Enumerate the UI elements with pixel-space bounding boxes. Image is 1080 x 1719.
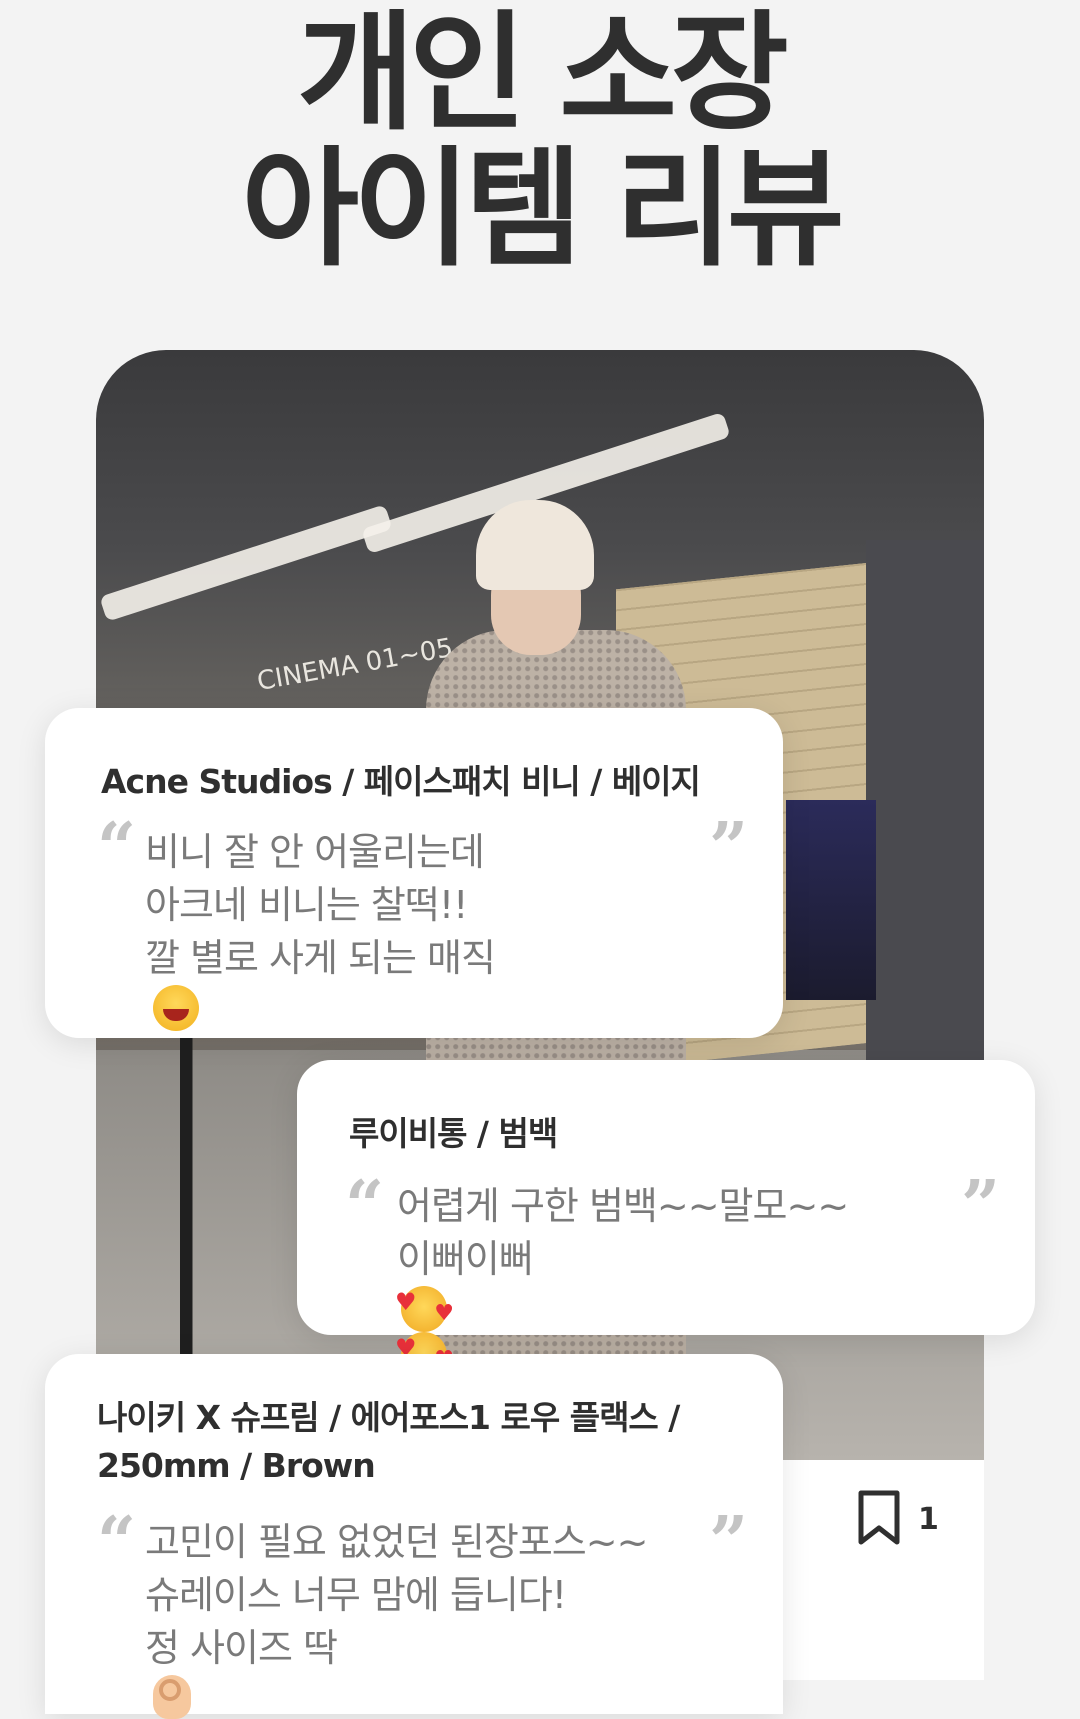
review-line: 아크네 비니는 찰떡!! <box>145 883 468 927</box>
review-title: Acne Studios / 페이스패치 비니 / 베이지 <box>101 762 701 801</box>
photo-dark-wall <box>866 540 984 1100</box>
quote-open-icon: “ <box>97 1502 137 1582</box>
quote-open-icon: “ <box>97 808 137 888</box>
quote-close-icon: ” <box>709 808 749 888</box>
review-line: 슈레이스 너무 맘에 듭니다! <box>145 1573 567 1617</box>
review-title-line: 나이키 X 슈프림 / 에어포스1 로우 플랙스 / <box>97 1398 680 1437</box>
quote-close-icon: ” <box>709 1502 749 1582</box>
headline-line-2: 아이템 리뷰 <box>241 135 844 284</box>
bookmark-count: 1 <box>918 1502 939 1537</box>
laughing-face-emoji-icon <box>153 985 199 1031</box>
photo-ceiling-light <box>99 504 393 622</box>
review-card[interactable]: Acne Studios / 페이스패치 비니 / 베이지 “ ” 비니 잘 안… <box>45 708 783 1038</box>
headline-line-1: 개인 소장 <box>297 0 789 148</box>
review-title: 나이키 X 슈프림 / 에어포스1 로우 플랙스 / 250mm / Brown <box>97 1394 680 1490</box>
review-title-line: 250mm / Brown <box>97 1446 376 1485</box>
review-line: 깔 별로 사게 되는 매직 <box>145 936 496 980</box>
photo-person-beanie <box>476 500 594 590</box>
quote-close-icon: ” <box>961 1166 1001 1246</box>
ok-hand-emoji-icon <box>153 1675 191 1719</box>
review-body: 어렵게 구한 범백~~말모~~ 이뻐이뻐 <box>395 1180 849 1386</box>
photo-movie-poster <box>786 800 876 1000</box>
review-body: 비니 잘 안 어울리는데 아크네 비니는 찰떡!! 깔 별로 사게 되는 매직 <box>145 826 496 1031</box>
review-line: 비니 잘 안 어울리는데 <box>145 830 485 874</box>
quote-open-icon: “ <box>345 1166 385 1246</box>
review-body: 고민이 필요 없었던 된장포스~~ 슈레이스 너무 맘에 듭니다! 정 사이즈 … <box>145 1516 648 1719</box>
review-line: 어렵게 구한 범백~~말모~~ <box>397 1184 849 1228</box>
review-line: 정 사이즈 딱 <box>145 1626 338 1670</box>
bookmark-icon[interactable] <box>856 1488 902 1548</box>
photo-cinema-sign: CINEMA 01~05 <box>254 633 456 697</box>
review-card[interactable]: 루이비통 / 범백 “ ” 어렵게 구한 범백~~말모~~ 이뻐이뻐 <box>297 1060 1035 1386</box>
review-line: 고민이 필요 없었던 된장포스~~ <box>145 1520 648 1564</box>
review-line: 이뻐이뻐 <box>397 1237 534 1281</box>
headline: 개인 소장 아이템 리뷰 <box>0 0 1080 278</box>
review-title: 루이비통 / 범백 <box>349 1114 558 1153</box>
review-card[interactable]: 나이키 X 슈프림 / 에어포스1 로우 플랙스 / 250mm / Brown… <box>45 1354 783 1719</box>
